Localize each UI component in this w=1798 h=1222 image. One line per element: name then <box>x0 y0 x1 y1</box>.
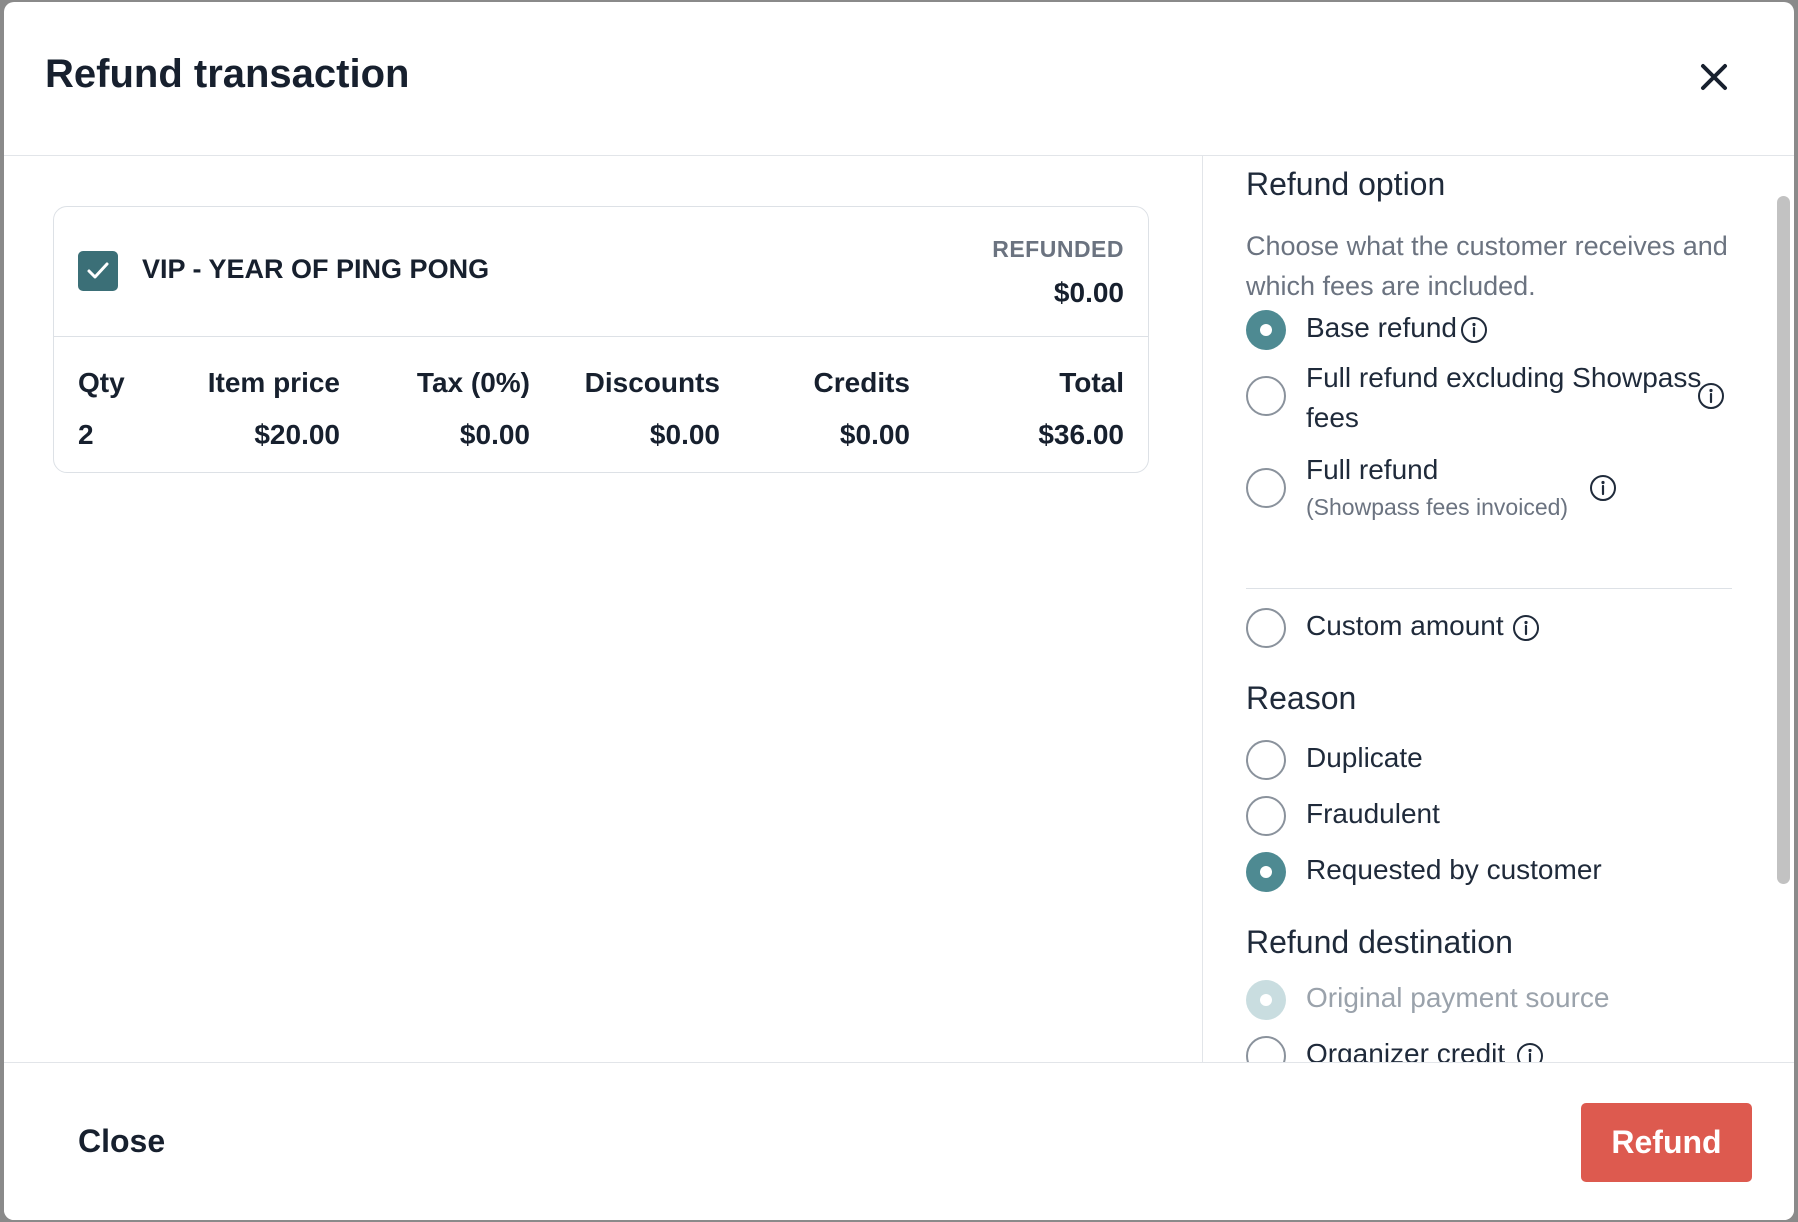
item-price-header: Item price <box>207 367 340 398</box>
refund-option-description: Choose what the customer receives and wh… <box>1246 231 1728 301</box>
option-label: Requested by customer <box>1306 854 1602 885</box>
price-breakdown: Qty 2 Item price $20.00 Tax (0%) $0.00 D… <box>78 367 1124 457</box>
tax-column: Tax (0%) $0.00 <box>417 367 530 451</box>
divider <box>1246 588 1732 589</box>
credits-header: Credits <box>813 367 910 398</box>
info-icon[interactable] <box>1589 474 1617 502</box>
refund-option-title: Refund option <box>1246 166 1446 202</box>
modal-header: Refund transaction <box>4 2 1794 156</box>
radio-custom-amount[interactable] <box>1246 608 1286 648</box>
info-icon[interactable] <box>1516 1042 1544 1062</box>
total-column: Total $36.00 <box>1038 367 1124 451</box>
discounts-header: Discounts <box>584 367 720 398</box>
modal-footer: Close Refund <box>4 1062 1794 1220</box>
option-label: Fraudulent <box>1306 798 1440 829</box>
refunded-label: REFUNDED <box>992 236 1124 262</box>
scrollbar[interactable] <box>1777 196 1790 884</box>
info-icon[interactable] <box>1512 614 1540 642</box>
qty-column: Qty 2 <box>78 367 125 451</box>
close-icon[interactable] <box>1694 57 1734 97</box>
qty-header: Qty <box>78 367 125 398</box>
option-label: Organizer credit <box>1306 1038 1506 1062</box>
option-label: Full refund excluding Showpass <box>1306 362 1702 393</box>
radio-full-refund[interactable] <box>1246 468 1286 508</box>
info-icon[interactable] <box>1697 382 1725 410</box>
check-icon <box>87 262 109 279</box>
refunded-value: $0.00 <box>1053 277 1124 308</box>
radio-requested-by-customer[interactable] <box>1246 852 1286 892</box>
option-label: Duplicate <box>1306 742 1423 773</box>
discounts-column: Discounts $0.00 <box>585 367 720 451</box>
items-panel: VIP - YEAR OF PING PONG REFUNDED $0.00 Q… <box>4 156 1201 1062</box>
refund-button[interactable]: Refund <box>1581 1103 1752 1182</box>
item-card: VIP - YEAR OF PING PONG REFUNDED $0.00 Q… <box>53 206 1149 473</box>
option-sublabel: (Showpass fees invoiced) <box>1306 494 1569 520</box>
refund-options-panel[interactable]: Refund option Choose what the customer r… <box>1202 156 1794 1062</box>
option-label-line2: fees <box>1306 402 1359 433</box>
tax-header: Tax (0%) <box>416 367 530 398</box>
option-label: Original payment source <box>1306 982 1610 1013</box>
refund-modal: Refund transaction VIP - YEAR OF PING PO… <box>4 2 1794 1220</box>
discounts-value: $0.00 <box>649 419 720 450</box>
tax-value: $0.00 <box>459 419 530 450</box>
total-header: Total <box>1059 367 1124 398</box>
item-name: VIP - YEAR OF PING PONG <box>142 254 490 284</box>
option-label: Full refund <box>1306 454 1439 485</box>
qty-value: 2 <box>78 419 94 450</box>
radio-base-refund[interactable] <box>1246 310 1286 350</box>
radio-duplicate[interactable] <box>1246 740 1286 780</box>
option-label: Custom amount <box>1306 610 1504 641</box>
close-button[interactable]: Close <box>78 1123 165 1160</box>
reason-title: Reason <box>1246 680 1357 716</box>
total-value: $36.00 <box>1038 419 1124 450</box>
item-price-value: $20.00 <box>254 419 340 450</box>
radio-full-refund-excluding-fees[interactable] <box>1246 376 1286 416</box>
info-icon[interactable] <box>1460 316 1488 344</box>
item-card-header: VIP - YEAR OF PING PONG REFUNDED $0.00 <box>54 207 1148 337</box>
modal-title: Refund transaction <box>45 52 410 96</box>
item-price-column: Item price $20.00 <box>208 367 340 451</box>
radio-fraudulent[interactable] <box>1246 796 1286 836</box>
option-label: Base refund <box>1306 312 1457 343</box>
item-checkbox[interactable] <box>78 251 118 291</box>
refund-destination-title: Refund destination <box>1246 924 1513 960</box>
credits-value: $0.00 <box>839 419 910 450</box>
radio-original-payment <box>1246 980 1286 1020</box>
credits-column: Credits $0.00 <box>814 367 910 451</box>
radio-organizer-credit[interactable] <box>1246 1036 1286 1062</box>
